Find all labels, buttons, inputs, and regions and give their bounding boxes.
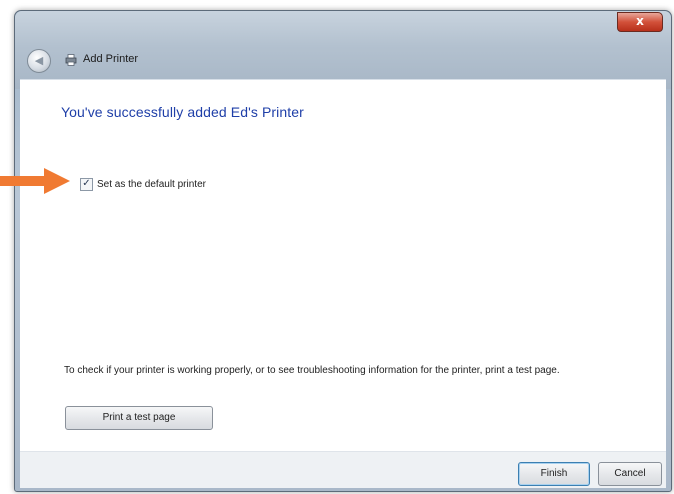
finish-button[interactable]: Finish	[518, 462, 590, 486]
checkmark-icon: ✓	[82, 178, 91, 189]
default-printer-checkbox[interactable]: ✓	[80, 178, 93, 191]
add-printer-window: x ◀ Add Printer You've successfully adde…	[14, 10, 672, 492]
pointer-arrow-icon	[0, 168, 70, 194]
back-arrow-icon: ◀	[34, 54, 44, 67]
title-bar: x ◀ Add Printer	[15, 11, 671, 89]
success-heading: You've successfully added Ed's Printer	[61, 104, 304, 120]
wizard-footer: Finish Cancel	[20, 451, 666, 488]
default-printer-option[interactable]: ✓ Set as the default printer	[80, 178, 206, 191]
close-button[interactable]: x	[617, 12, 663, 32]
back-button[interactable]: ◀	[27, 49, 51, 73]
default-printer-label[interactable]: Set as the default printer	[97, 179, 206, 190]
troubleshooting-info-text: To check if your printer is working prop…	[64, 365, 560, 376]
print-test-page-button[interactable]: Print a test page	[65, 406, 213, 430]
wizard-content: You've successfully added Ed's Printer ✓…	[20, 79, 666, 452]
window-title: Add Printer	[83, 53, 139, 65]
cancel-button[interactable]: Cancel	[598, 462, 662, 486]
printer-icon	[65, 54, 77, 66]
